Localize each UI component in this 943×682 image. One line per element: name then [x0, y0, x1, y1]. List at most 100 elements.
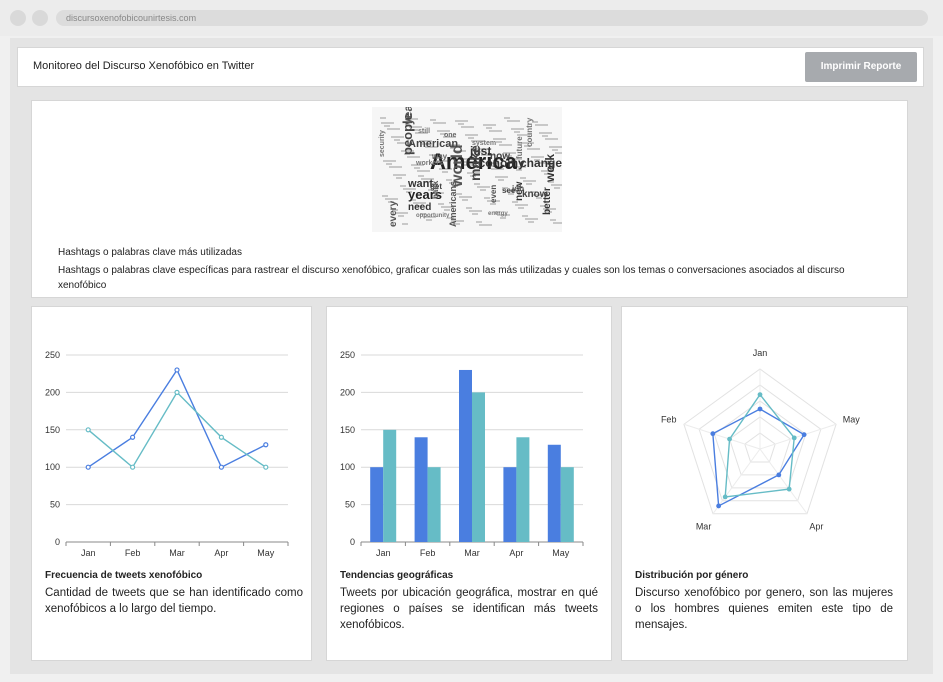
word-cloud-word: energy — [488, 211, 508, 217]
radar-label: Feb — [661, 414, 677, 424]
word-cloud-filler — [514, 131, 520, 133]
chart-title: Frecuencia de tweets xenofóbico — [45, 570, 203, 581]
x-tick-label: Jan — [376, 548, 391, 558]
word-cloud-filler — [384, 125, 390, 127]
x-tick-label: May — [257, 548, 275, 558]
word-cloud-word: back — [431, 180, 440, 199]
chart-title: Tendencias geográficas — [340, 570, 454, 581]
word-cloud-filler — [552, 149, 558, 151]
word-cloud-filler — [489, 130, 502, 132]
bar — [503, 467, 517, 542]
word-cloud-word: change — [520, 156, 562, 170]
word-cloud-filler — [495, 176, 508, 178]
word-cloud-filler — [407, 156, 420, 158]
word-cloud-filler — [387, 128, 400, 130]
word-cloud-filler — [396, 177, 402, 179]
data-point — [776, 472, 782, 478]
word-cloud-filler — [498, 179, 504, 181]
word-cloud-filler — [402, 223, 408, 225]
word-cloud-filler — [466, 207, 472, 209]
y-tick-label: 50 — [50, 500, 60, 510]
word-cloud-filler — [479, 224, 492, 226]
y-tick-label: 0 — [55, 537, 60, 547]
data-point — [710, 431, 716, 437]
word-cloud-filler — [433, 122, 446, 124]
word-cloud-word: even — [489, 185, 498, 203]
word-cloud-filler — [515, 204, 528, 206]
window-control[interactable] — [10, 10, 26, 26]
data-point — [786, 486, 792, 492]
word-cloud-filler — [549, 146, 562, 148]
y-tick-label: 100 — [45, 462, 60, 472]
data-point — [218, 434, 224, 440]
word-cloud-word: every — [388, 200, 399, 227]
word-cloud-filler — [480, 189, 486, 191]
y-tick-label: 250 — [45, 350, 60, 360]
word-cloud-filler — [382, 195, 388, 197]
word-cloud-filler — [545, 138, 558, 140]
word-cloud-filler — [393, 174, 406, 176]
word-cloud-word: know — [522, 189, 548, 200]
word-cloud-filler — [400, 185, 406, 187]
hashtags-caption: Hashtags o palabras clave más utilizadas — [58, 247, 242, 258]
word-cloud-filler — [526, 183, 532, 185]
y-tick-label: 150 — [45, 425, 60, 435]
bar — [560, 467, 574, 542]
x-tick-label: May — [552, 548, 570, 558]
word-cloud: Americapeopleyearyearseconomy workjustnow… — [372, 107, 562, 232]
data-point — [174, 367, 180, 373]
word-cloud-filler — [499, 144, 512, 146]
word-cloud-filler — [386, 163, 392, 165]
y-tick-label: 200 — [45, 387, 60, 397]
word-cloud-filler — [418, 175, 424, 177]
page-title: Monitoreo del Discurso Xenofóbico en Twi… — [33, 60, 255, 72]
bar — [472, 392, 485, 542]
word-cloud-filler — [438, 203, 444, 205]
radar-label: May — [843, 414, 861, 424]
bar — [516, 437, 530, 542]
word-cloud-filler — [468, 137, 474, 139]
y-tick-label: 200 — [340, 387, 355, 397]
word-cloud-word: security — [379, 130, 386, 157]
data-point — [218, 464, 224, 470]
data-point — [791, 435, 797, 441]
x-tick-label: Mar — [464, 548, 480, 558]
print-report-button[interactable]: Imprimir Reporte — [805, 52, 917, 82]
radar-label: Jan — [753, 348, 768, 358]
page-header: Monitoreo del Discurso Xenofóbico en Twi… — [17, 47, 924, 87]
bar — [414, 437, 428, 542]
word-cloud-filler — [553, 222, 562, 224]
data-point — [174, 389, 180, 396]
bar — [427, 467, 441, 542]
word-cloud-filler — [486, 127, 492, 129]
word-cloud-filler — [551, 184, 562, 186]
browser-bar: discursoxenofobicounirtesis.com — [0, 0, 943, 36]
chart-title: Distribución por género — [635, 570, 749, 581]
word-cloud-filler — [527, 148, 540, 150]
word-cloud-word: Americans — [448, 181, 458, 227]
word-cloud-filler — [525, 218, 538, 220]
word-cloud-filler — [511, 128, 524, 130]
data-point — [716, 503, 722, 509]
word-cloud-filler — [417, 170, 430, 172]
word-cloud-filler — [462, 199, 468, 201]
word-cloud-filler — [458, 123, 464, 125]
word-cloud-filler — [385, 198, 398, 200]
word-cloud-filler — [496, 141, 502, 143]
word-cloud-word: one — [444, 132, 457, 139]
hashtags-card: America people year years economy work just now… — [31, 100, 908, 298]
window-control[interactable] — [32, 10, 48, 26]
address-bar[interactable]: discursoxenofobicounirtesis.com — [56, 10, 928, 26]
data-point — [722, 494, 728, 500]
word-cloud-word: now — [490, 151, 510, 162]
word-cloud-filler — [520, 177, 526, 179]
chart-description: Cantidad de tweets que se han identifica… — [45, 587, 303, 615]
word-cloud-filler — [542, 135, 548, 137]
bar — [383, 429, 397, 542]
x-tick-label: Jan — [81, 548, 96, 558]
word-cloud-filler — [426, 219, 432, 221]
word-cloud-word: workers — [415, 160, 443, 167]
bar — [370, 467, 384, 542]
word-cloud-filler — [555, 152, 562, 154]
word-cloud-filler — [469, 210, 482, 212]
